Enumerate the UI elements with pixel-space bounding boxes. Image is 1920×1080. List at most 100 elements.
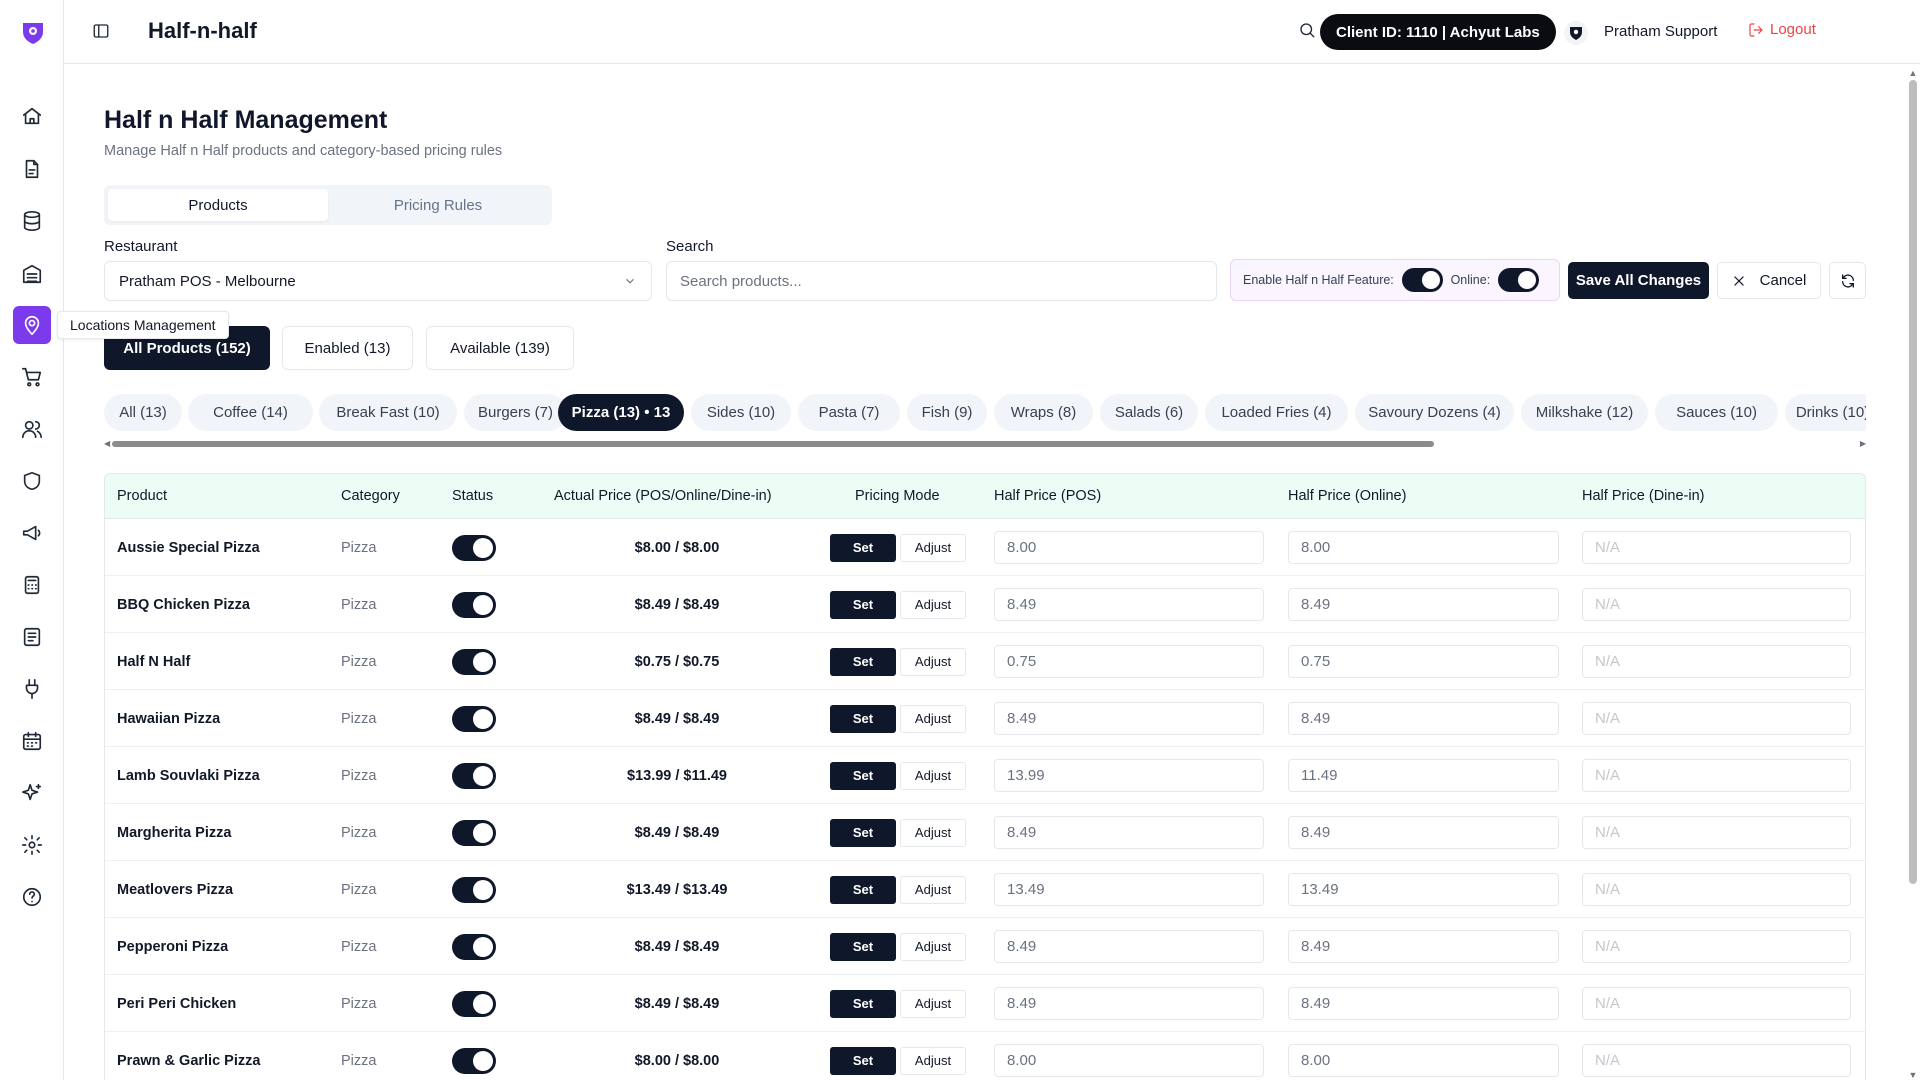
category-chip[interactable]: Milkshake (12): [1521, 394, 1648, 431]
scroll-down-icon[interactable]: ▼: [1908, 1070, 1918, 1080]
calendar-icon[interactable]: [18, 727, 46, 755]
half-price-dinein-input[interactable]: [1582, 702, 1851, 735]
half-price-dinein-input[interactable]: [1582, 645, 1851, 678]
tab-products[interactable]: Products: [108, 189, 328, 221]
category-scrollbar-thumb[interactable]: [112, 441, 1434, 447]
sparkles-icon[interactable]: [18, 779, 46, 807]
status-toggle[interactable]: [452, 990, 496, 1017]
filter-available[interactable]: Available (139): [426, 326, 574, 370]
half-price-pos-input[interactable]: [994, 759, 1264, 792]
cancel-button[interactable]: Cancel: [1717, 262, 1821, 299]
enable-feature-toggle[interactable]: [1401, 268, 1443, 292]
half-price-dinein-input[interactable]: [1582, 930, 1851, 963]
document-icon[interactable]: [18, 155, 46, 183]
filter-enabled[interactable]: Enabled (13): [282, 326, 413, 370]
status-toggle[interactable]: [452, 534, 496, 561]
list-icon[interactable]: [18, 623, 46, 651]
half-price-online-input[interactable]: [1288, 588, 1559, 621]
status-toggle[interactable]: [452, 591, 496, 618]
database-icon[interactable]: [18, 207, 46, 235]
half-price-pos-input[interactable]: [994, 531, 1264, 564]
set-mode-button[interactable]: Set: [830, 704, 896, 733]
category-chip[interactable]: Wraps (8): [994, 394, 1093, 431]
category-chip[interactable]: Loaded Fries (4): [1205, 394, 1348, 431]
half-price-online-input[interactable]: [1288, 531, 1559, 564]
category-chip[interactable]: Pizza (13) • 13: [558, 394, 684, 431]
shield-icon[interactable]: [18, 467, 46, 495]
category-scrollbar[interactable]: ◀ ▶: [104, 438, 1866, 450]
users-icon[interactable]: [18, 415, 46, 443]
gear-icon[interactable]: [18, 831, 46, 859]
adjust-mode-button[interactable]: Adjust: [900, 761, 966, 790]
set-mode-button[interactable]: Set: [830, 989, 896, 1018]
location-pin-icon[interactable]: [13, 306, 51, 344]
adjust-mode-button[interactable]: Adjust: [900, 932, 966, 961]
home-icon[interactable]: [18, 102, 46, 130]
category-chip[interactable]: Sauces (10): [1655, 394, 1778, 431]
half-price-dinein-input[interactable]: [1582, 531, 1851, 564]
search-input[interactable]: [666, 261, 1217, 301]
scroll-right-icon[interactable]: ▶: [1860, 439, 1866, 448]
half-price-pos-input[interactable]: [994, 588, 1264, 621]
status-toggle[interactable]: [452, 705, 496, 732]
category-chip[interactable]: Burgers (7): [464, 394, 567, 431]
half-price-online-input[interactable]: [1288, 1044, 1559, 1077]
half-price-dinein-input[interactable]: [1582, 588, 1851, 621]
half-price-online-input[interactable]: [1288, 816, 1559, 849]
set-mode-button[interactable]: Set: [830, 647, 896, 676]
category-chip[interactable]: Break Fast (10): [319, 394, 457, 431]
status-toggle[interactable]: [452, 762, 496, 789]
half-price-online-input[interactable]: [1288, 759, 1559, 792]
half-price-pos-input[interactable]: [994, 702, 1264, 735]
category-chip[interactable]: Savoury Dozens (4): [1355, 394, 1514, 431]
scrollbar-thumb[interactable]: [1909, 80, 1917, 884]
adjust-mode-button[interactable]: Adjust: [900, 875, 966, 904]
half-price-pos-input[interactable]: [994, 987, 1264, 1020]
save-all-button[interactable]: Save All Changes: [1568, 262, 1709, 299]
status-toggle[interactable]: [452, 819, 496, 846]
storage-icon[interactable]: [18, 260, 46, 288]
tab-pricing-rules[interactable]: Pricing Rules: [328, 189, 548, 221]
megaphone-icon[interactable]: [18, 519, 46, 547]
page-scrollbar[interactable]: ▲ ▼: [1906, 66, 1920, 1080]
category-chip[interactable]: Pasta (7): [798, 394, 900, 431]
set-mode-button[interactable]: Set: [830, 533, 896, 562]
adjust-mode-button[interactable]: Adjust: [900, 533, 966, 562]
category-chip[interactable]: Drinks (10): [1785, 394, 1866, 431]
status-toggle[interactable]: [452, 876, 496, 903]
cart-icon[interactable]: [18, 363, 46, 391]
half-price-online-input[interactable]: [1288, 702, 1559, 735]
app-logo-icon[interactable]: [20, 20, 46, 46]
plug-icon[interactable]: [18, 675, 46, 703]
support-avatar-icon[interactable]: [1563, 20, 1589, 46]
category-chip[interactable]: Sides (10): [691, 394, 791, 431]
half-price-pos-input[interactable]: [994, 816, 1264, 849]
half-price-dinein-input[interactable]: [1582, 1044, 1851, 1077]
half-price-pos-input[interactable]: [994, 930, 1264, 963]
scroll-up-icon[interactable]: ▲: [1908, 68, 1918, 78]
half-price-pos-input[interactable]: [994, 645, 1264, 678]
category-chip[interactable]: Salads (6): [1100, 394, 1198, 431]
search-icon[interactable]: [1298, 21, 1320, 43]
set-mode-button[interactable]: Set: [830, 590, 896, 619]
half-price-pos-input[interactable]: [994, 1044, 1264, 1077]
online-toggle[interactable]: [1498, 268, 1539, 292]
set-mode-button[interactable]: Set: [830, 818, 896, 847]
category-chip[interactable]: All (13): [104, 394, 182, 431]
adjust-mode-button[interactable]: Adjust: [900, 704, 966, 733]
status-toggle[interactable]: [452, 933, 496, 960]
logout-button[interactable]: Logout: [1748, 21, 1816, 38]
half-price-dinein-input[interactable]: [1582, 759, 1851, 792]
support-name[interactable]: Pratham Support: [1604, 23, 1717, 40]
half-price-dinein-input[interactable]: [1582, 987, 1851, 1020]
adjust-mode-button[interactable]: Adjust: [900, 818, 966, 847]
half-price-online-input[interactable]: [1288, 987, 1559, 1020]
adjust-mode-button[interactable]: Adjust: [900, 989, 966, 1018]
sidebar-toggle-icon[interactable]: [92, 22, 112, 42]
half-price-dinein-input[interactable]: [1582, 873, 1851, 906]
restaurant-select[interactable]: Pratham POS - Melbourne: [104, 261, 652, 301]
adjust-mode-button[interactable]: Adjust: [900, 1046, 966, 1075]
adjust-mode-button[interactable]: Adjust: [900, 647, 966, 676]
set-mode-button[interactable]: Set: [830, 1046, 896, 1075]
set-mode-button[interactable]: Set: [830, 761, 896, 790]
